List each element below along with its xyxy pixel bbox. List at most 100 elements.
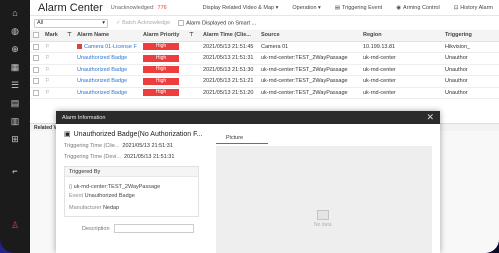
table-row[interactable]: ⚐ Unauthorized Badge High 2021/05/13 21:…: [30, 52, 499, 65]
alarm-name-link[interactable]: Unauthorized Badge: [77, 78, 127, 84]
alarm-heading-text: Unauthorized Badge(No Authorization F...: [73, 130, 203, 138]
flag-icon[interactable]: ⚐: [42, 64, 64, 76]
cell-empty: [64, 87, 74, 99]
cell-empty: [186, 52, 200, 65]
alarm-name-link[interactable]: Camera 01-License F: [84, 44, 137, 50]
cell-trigger: Unauthor: [442, 64, 499, 76]
cell-alarm-name[interactable]: Unauthorized Badge: [74, 64, 140, 76]
description-input[interactable]: [113, 224, 194, 233]
priority-badge: High: [143, 54, 179, 62]
cell-source: uk-rnd-center:TEST_2WayPassage: [258, 52, 360, 65]
picture-area: No data: [216, 146, 432, 253]
cell-empty: [186, 64, 200, 76]
history-icon: ⊡: [453, 4, 459, 11]
cell-time: 2021/05/13 21:51:30: [200, 64, 258, 76]
cell-alarm-name[interactable]: Unauthorized Badge: [74, 52, 140, 65]
cell-region: uk-rnd-center: [360, 87, 442, 99]
grid-icon[interactable]: ▦: [0, 58, 30, 76]
col-mark[interactable]: Mark: [42, 30, 64, 42]
trig-source-row: ▯ uk-rnd-center:TEST_2WayPassage: [69, 184, 194, 190]
list-icon[interactable]: ☰: [0, 76, 30, 94]
trig-source-value: uk-rnd-center:TEST_2WayPassage: [73, 184, 161, 190]
apps-icon[interactable]: ⊞: [0, 130, 30, 148]
filter-bar: All ▾ ✓ Batch Acknowledge Alarm Displayed…: [30, 16, 499, 30]
arming-control-button[interactable]: ◉ Arming Control: [396, 5, 440, 11]
table-row[interactable]: ⚐ Unauthorized Badge High 2021/05/13 21:…: [30, 64, 499, 76]
row-checkbox[interactable]: [30, 52, 42, 65]
close-icon[interactable]: ✕: [426, 112, 440, 123]
col-region[interactable]: Region: [360, 30, 442, 42]
cell-priority: High: [140, 64, 186, 76]
alarm-details: ▣ Unauthorized Badge(No Authorization F.…: [64, 130, 204, 233]
manufacturer-label: Manufacturer: [69, 205, 102, 211]
chevron-down-icon: ▾: [102, 20, 105, 26]
map-icon[interactable]: ⊕: [0, 40, 30, 58]
cell-alarm-name[interactable]: Unauthorized Badge: [74, 87, 140, 99]
col-alarm-name[interactable]: Alarm Name: [74, 30, 140, 42]
cell-priority: High: [140, 52, 186, 65]
checkbox-icon: [33, 55, 39, 62]
picture-panel: Picture No data: [216, 135, 432, 253]
cell-alarm-name[interactable]: Unauthorized Badge: [74, 75, 140, 88]
home-icon[interactable]: ⌂: [0, 4, 30, 22]
trig-time-device-value: 2021/05/13 21:51:31: [123, 154, 175, 160]
col-alarm-priority[interactable]: Alarm Priority: [140, 30, 186, 42]
row-checkbox[interactable]: [30, 87, 42, 99]
filter-select[interactable]: All ▾: [34, 18, 108, 28]
tab-picture[interactable]: Picture: [216, 135, 268, 144]
flag-icon[interactable]: ⚐: [42, 52, 64, 65]
cell-region: uk-rnd-center: [360, 64, 442, 76]
cell-trigger: Unauthor: [442, 52, 499, 65]
table-row[interactable]: ⚐ Camera 01-License F High 2021/05/13 21…: [30, 41, 499, 53]
display-video-label: Display Related Video & Map: [202, 4, 275, 11]
alarm-bell-icon[interactable]: ♙: [0, 216, 30, 234]
cell-empty: [64, 64, 74, 76]
row-checkbox[interactable]: [30, 75, 42, 88]
row-checkbox[interactable]: [30, 64, 42, 76]
cell-empty: [186, 87, 200, 99]
priority-badge: High: [143, 89, 179, 97]
title-bar: Alarm Center Unacknowledged: 776 Display …: [30, 0, 499, 16]
filter-icon[interactable]: ⊤: [64, 30, 74, 42]
row-checkbox[interactable]: [30, 41, 42, 53]
manufacturer-value: Nedap: [102, 205, 120, 211]
description-label: Description: [82, 225, 110, 232]
flag-icon[interactable]: ⚐: [42, 87, 64, 99]
table-row[interactable]: ⚐ Unauthorized Badge High 2021/05/13 21:…: [30, 87, 499, 99]
history-alarm-button[interactable]: ⊡ History Alarm: [454, 5, 493, 11]
cell-time: 2021/05/13 21:51:31: [200, 52, 258, 65]
alarm-name-link[interactable]: Unauthorized Badge: [77, 67, 127, 73]
arming-control-label: Arming Control: [403, 4, 440, 11]
alarm-name-link[interactable]: Unauthorized Badge: [77, 55, 127, 61]
globe-icon[interactable]: ◍: [0, 22, 30, 40]
batch-acknowledge-button[interactable]: ✓ Batch Acknowledge: [116, 20, 170, 26]
table-row[interactable]: ⚐ Unauthorized Badge High 2021/05/13 21:…: [30, 75, 499, 88]
dashboard-icon[interactable]: ▤: [0, 94, 30, 112]
cell-region: 10.199.13.81: [360, 41, 442, 53]
col-triggering[interactable]: Triggering: [442, 30, 499, 42]
operation-button[interactable]: Operation ▾: [292, 5, 320, 11]
display-video-button[interactable]: Display Related Video & Map ▾: [203, 5, 279, 11]
trig-time-client-row: Triggering Time (Clie... 2021/05/13 21:51…: [64, 143, 204, 149]
alarm-name-link[interactable]: Unauthorized Badge: [77, 90, 127, 96]
select-all-checkbox[interactable]: [30, 30, 42, 42]
filter-icon-2[interactable]: ⊤: [186, 30, 200, 42]
chart-icon[interactable]: ▥: [0, 112, 30, 130]
table-header-row: Mark ⊤ Alarm Name Alarm Priority ⊤ Alarm…: [30, 30, 499, 42]
cell-alarm-name[interactable]: Camera 01-License F: [74, 41, 140, 53]
triggering-event-button[interactable]: ▤ Triggering Event: [335, 5, 382, 11]
col-source[interactable]: Source: [258, 30, 360, 42]
alarm-heading: ▣ Unauthorized Badge(No Authorization F.…: [64, 130, 204, 139]
priority-badge: High: [143, 66, 179, 74]
flag-icon[interactable]: ⚐: [42, 41, 64, 53]
flag-icon[interactable]: ⚐: [42, 75, 64, 88]
cell-empty: [64, 52, 74, 65]
no-data-icon: [316, 210, 329, 220]
checkbox-icon: [33, 78, 39, 85]
camera-icon[interactable]: ⌐: [0, 162, 30, 180]
screen: ⌂ ◍ ⊕ ▦ ☰ ▤ ▥ ⊞ ⌐ ♙ Alarm Center Unackno…: [0, 0, 499, 253]
cell-time: 2021/05/13 21:51:20: [200, 87, 258, 99]
col-alarm-time[interactable]: Alarm Time (Clie...: [200, 30, 258, 42]
unack-label-text: Unacknowledged:: [110, 4, 155, 11]
displayed-on-smart-checkbox[interactable]: Alarm Displayed on Smart ...: [178, 19, 256, 26]
